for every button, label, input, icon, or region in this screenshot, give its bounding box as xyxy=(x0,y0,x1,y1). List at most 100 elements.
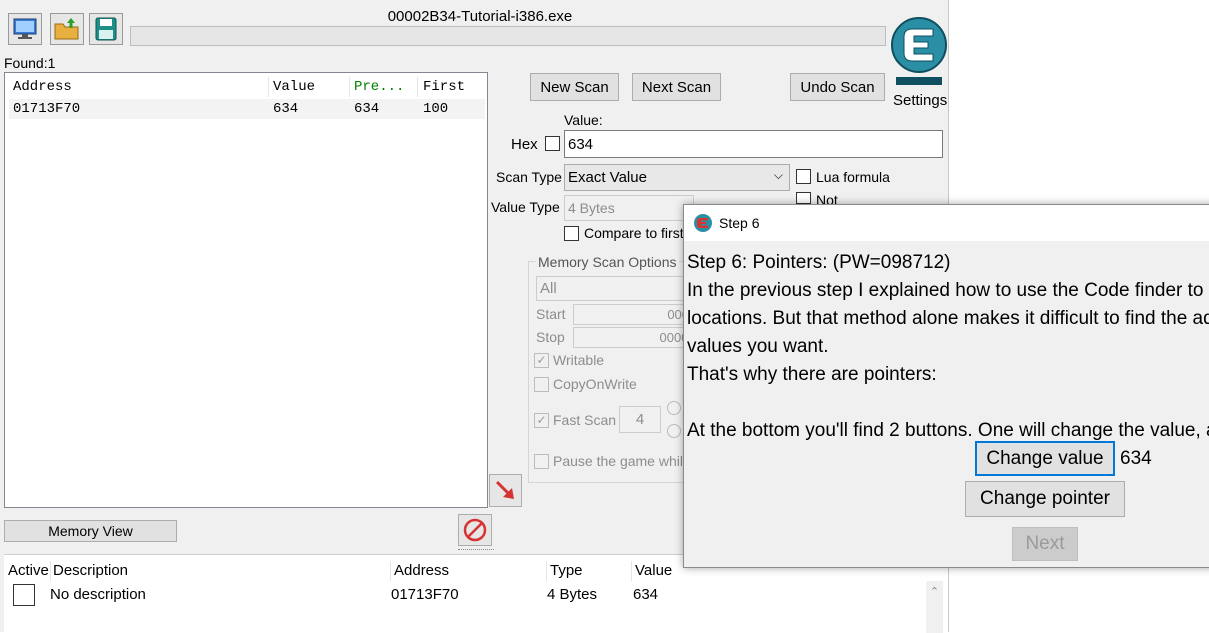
memory-view-button[interactable]: Memory View xyxy=(4,520,177,542)
tutorial-text: Step 6: Pointers: (PW=098712) In the pre… xyxy=(687,249,1209,442)
next-scan-button[interactable]: Next Scan xyxy=(632,73,721,101)
entry-description: No description xyxy=(50,586,146,603)
not-checkbox[interactable] xyxy=(796,192,811,204)
active-checkbox[interactable] xyxy=(13,584,35,606)
list-item[interactable]: No description 01713F70 4 Bytes 634 xyxy=(4,583,924,607)
hex-checkbox[interactable] xyxy=(545,136,560,151)
next-button[interactable]: Next xyxy=(1012,527,1078,561)
address-list-divider-2 xyxy=(390,561,391,581)
entry-address: 01713F70 xyxy=(391,586,459,603)
last-digits-radio[interactable] xyxy=(667,424,681,438)
stop-address-input[interactable]: 00007FFFFFFFFFFF xyxy=(573,327,688,348)
entry-type: 4 Bytes xyxy=(547,586,598,603)
open-process-button[interactable] xyxy=(8,13,42,45)
memory-region-select[interactable]: All xyxy=(536,276,686,301)
pause-game-label: Pause the game while scanning xyxy=(553,453,683,469)
no-entry-icon xyxy=(463,518,487,542)
tutorial-line: values you want. xyxy=(687,336,829,357)
results-header-divider-3 xyxy=(417,77,418,97)
tutorial-line: locations. But that method alone makes i… xyxy=(687,308,1209,329)
tutorial-line: In the previous step I explained how to … xyxy=(687,280,1209,301)
chevron-down-icon: ⌵ xyxy=(773,168,783,182)
open-file-button[interactable] xyxy=(50,13,84,45)
cheat-engine-logo[interactable] xyxy=(888,5,948,90)
value-type-label: Value Type xyxy=(491,199,560,215)
results-header-first[interactable]: First xyxy=(423,79,465,95)
new-scan-button[interactable]: New Scan xyxy=(530,73,619,101)
copy-on-write-label: CopyOnWrite xyxy=(553,376,637,392)
stop-label: Stop xyxy=(536,329,565,345)
address-list-header-address[interactable]: Address xyxy=(394,562,449,579)
undo-scan-button[interactable]: Undo Scan xyxy=(790,73,885,101)
tutorial-line: At the bottom you'll find 2 buttons. One… xyxy=(687,420,1209,441)
hex-label: Hex xyxy=(511,136,538,153)
start-address-input[interactable]: 0000000000000000 xyxy=(573,304,688,325)
tutorial-line: Step 6: Pointers: (PW=098712) xyxy=(687,252,951,273)
pause-game-checkbox[interactable] xyxy=(534,454,549,469)
alignment-radio[interactable] xyxy=(667,401,681,415)
address-list-header-value[interactable]: Value xyxy=(635,562,672,579)
results-header-divider-2 xyxy=(349,77,350,97)
change-pointer-button[interactable]: Change pointer xyxy=(965,481,1125,517)
row-first: 100 xyxy=(423,101,449,117)
settings-link[interactable]: Settings xyxy=(893,92,947,109)
results-header-address[interactable]: Address xyxy=(13,79,72,95)
found-count: Found:1 xyxy=(4,55,56,71)
cheat-engine-app-icon xyxy=(694,214,712,232)
address-list-divider-4 xyxy=(631,561,632,581)
not-label: Not xyxy=(816,192,838,204)
value-input[interactable]: 634 xyxy=(564,130,943,158)
cheat-engine-logo-icon xyxy=(891,17,947,85)
writable-label: Writable xyxy=(553,352,605,368)
scroll-up-icon[interactable]: ⌃ xyxy=(926,585,943,598)
compare-first-label: Compare to first scan xyxy=(584,225,684,241)
writable-checkbox[interactable]: ✓ xyxy=(534,353,549,368)
dialog-title: Step 6 xyxy=(719,215,760,231)
address-list-header-type[interactable]: Type xyxy=(550,562,583,579)
scan-type-label: Scan Type xyxy=(496,169,562,185)
change-value-button[interactable]: Change value xyxy=(975,441,1115,476)
address-list-header-active[interactable]: Active xyxy=(8,562,49,579)
fast-scan-alignment-input[interactable]: 4 xyxy=(619,406,661,433)
fast-scan-label: Fast Scan xyxy=(553,412,617,428)
tutorial-line xyxy=(687,389,1209,417)
dialog-title-bar[interactable]: Step 6 xyxy=(684,205,1209,241)
computer-icon xyxy=(13,18,37,39)
add-address-button[interactable] xyxy=(489,474,522,507)
scan-type-value: Exact Value xyxy=(568,169,647,186)
tutorial-dialog: Step 6 Step 6: Pointers: (PW=098712) In … xyxy=(683,204,1209,568)
table-row[interactable]: 01713F70 634 634 100 xyxy=(9,99,485,119)
save-disk-icon xyxy=(95,17,117,41)
lua-formula-label: Lua formula xyxy=(816,169,890,185)
clear-list-button[interactable] xyxy=(458,514,492,546)
entry-value: 634 xyxy=(633,586,659,603)
results-header-divider-1 xyxy=(268,77,269,97)
fast-scan-checkbox[interactable]: ✓ xyxy=(534,413,549,428)
value-label: Value: xyxy=(564,112,603,128)
save-button[interactable] xyxy=(89,13,123,45)
results-list[interactable]: Address Value Pre... First 01713F70 634 … xyxy=(4,72,488,508)
scan-progress-bar xyxy=(130,26,886,46)
folder-open-icon xyxy=(54,18,79,40)
address-list-divider-3 xyxy=(546,561,547,581)
results-header-value[interactable]: Value xyxy=(273,79,315,95)
current-value: 634 xyxy=(1120,448,1152,469)
tutorial-line: That's why there are pointers: xyxy=(687,364,937,385)
scan-type-select[interactable]: Exact Value ⌵ xyxy=(564,164,790,191)
results-header-previous[interactable]: Pre... xyxy=(354,79,404,95)
row-value: 634 xyxy=(273,101,299,117)
copy-on-write-checkbox[interactable] xyxy=(534,377,549,392)
process-title: 00002B34-Tutorial-i386.exe xyxy=(387,8,573,25)
start-label: Start xyxy=(536,306,566,322)
address-list-divider-1 xyxy=(50,561,51,581)
address-list-scrollbar[interactable]: ⌃ xyxy=(926,581,943,633)
compare-first-checkbox[interactable] xyxy=(564,226,579,241)
row-previous: 634 xyxy=(354,101,380,117)
address-list-header-description[interactable]: Description xyxy=(53,562,128,579)
lua-formula-checkbox[interactable] xyxy=(796,169,811,184)
row-address: 01713F70 xyxy=(13,101,81,117)
splitter-handle[interactable] xyxy=(458,549,494,553)
value-type-select[interactable]: 4 Bytes xyxy=(564,195,694,221)
memory-scan-options-title: Memory Scan Options xyxy=(536,254,679,270)
red-arrow-icon xyxy=(495,480,514,499)
